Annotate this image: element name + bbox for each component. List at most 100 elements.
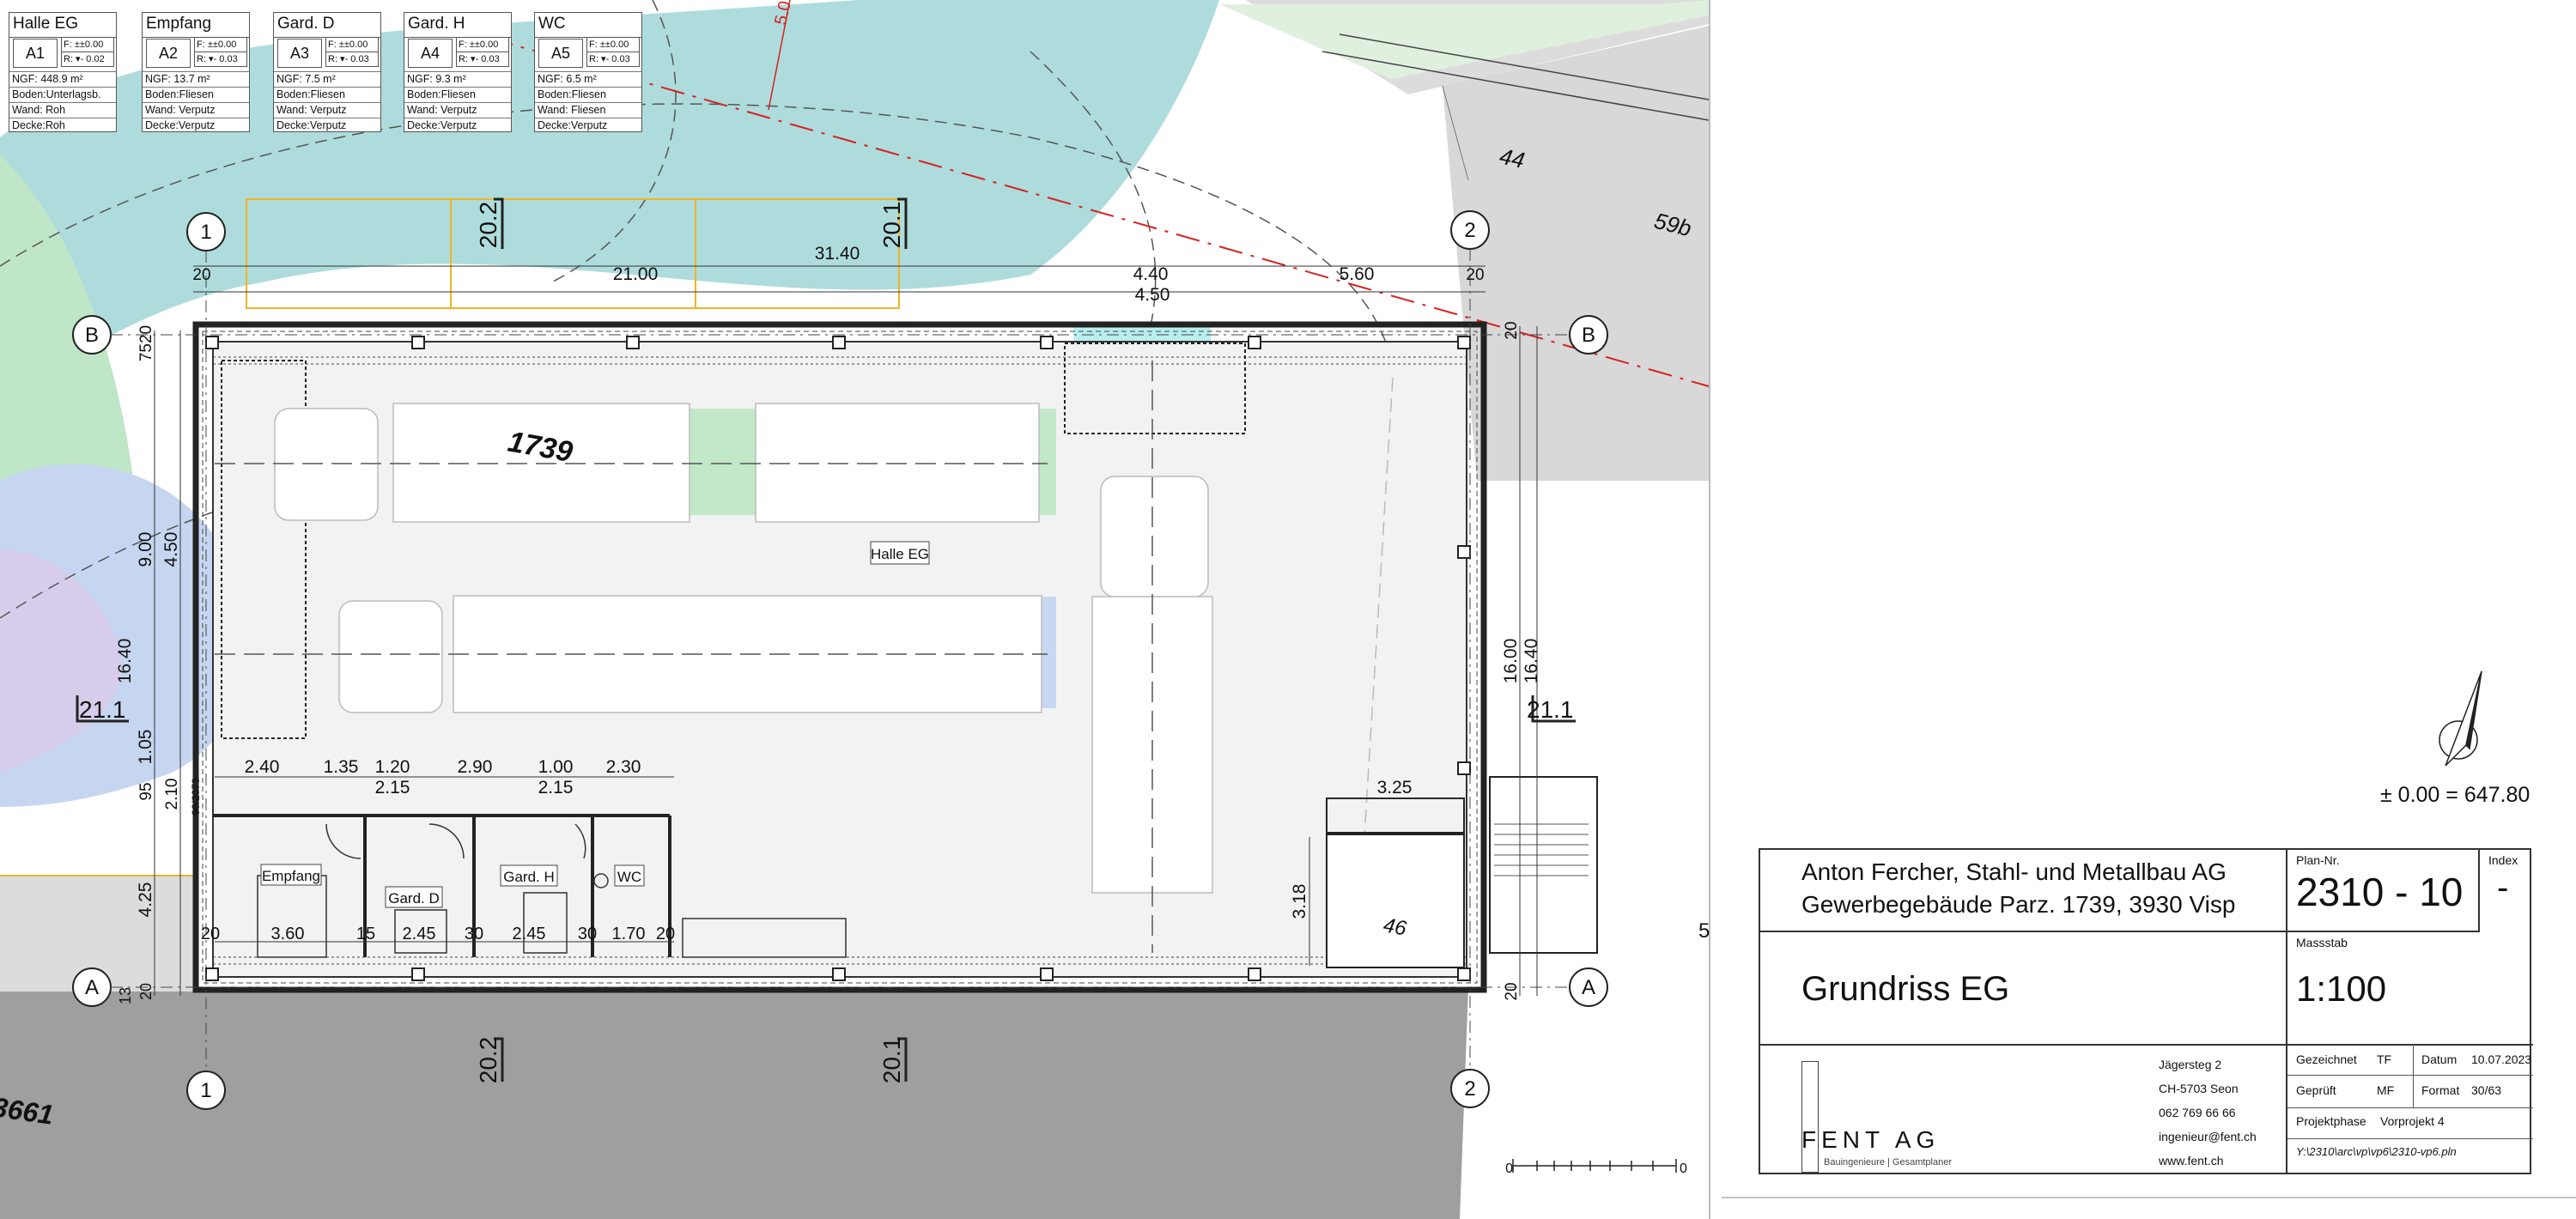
room-stamp-area: NGF: 7.5 m² xyxy=(274,71,380,87)
elevation-reference: ± 0.00 = 647.80 xyxy=(2380,783,2530,807)
axis-label-1-top: 1 xyxy=(200,221,211,244)
north-arrow xyxy=(2439,670,2482,767)
dim-3-18: 3.18 xyxy=(1290,884,1309,919)
dim-bottom-30-b: 30 xyxy=(578,925,597,943)
parcel-number-right: 5 xyxy=(1698,919,1710,943)
dim-bottom-1-70: 1.70 xyxy=(612,925,646,943)
dim-left-1-05: 1.05 xyxy=(136,730,155,765)
dim-left-13: 13 xyxy=(117,987,134,1004)
checked-by: MF xyxy=(2377,1083,2395,1097)
format: 30/63 xyxy=(2471,1083,2502,1097)
room-stamp-levels: F: ±±0.00 R: ▾- 0.02 xyxy=(61,37,114,67)
scale-bar-start: 0 xyxy=(1505,1161,1513,1176)
room-stamp-ceiling: Decke:Roh xyxy=(9,118,116,133)
room-stamp-levels: F: ±±0.00 R: ▾- 0.03 xyxy=(194,37,247,67)
axis-label-a-left: A xyxy=(85,976,99,999)
room-stamp-wall: Wand: Verputz xyxy=(143,102,249,118)
room-stamp-raw-level: R: ▾- 0.03 xyxy=(457,52,508,66)
index-label: Index xyxy=(2488,853,2518,867)
room-stamp-wall: Wand: Verputz xyxy=(404,102,511,118)
dim-inner-1-20: 1.20 xyxy=(375,757,410,777)
dim-right-16-40: 16.40 xyxy=(1522,639,1541,684)
room-label-halle: Halle EG xyxy=(871,546,929,562)
room-stamp-name: Gard. H xyxy=(404,13,511,38)
section-label-20-2-top: 20.2 xyxy=(475,202,501,249)
dim-inner-2-40: 2.40 xyxy=(245,757,280,777)
dim-inner-1-00: 1.00 xyxy=(538,757,574,777)
floor-plan-sheet: 1 2 1 2 B B A A 20.2 20.1 20.2 20.1 21.1… xyxy=(0,0,2576,1219)
scale-bar-end: 0 xyxy=(1680,1161,1687,1176)
dim-bottom-2-45-a: 2.45 xyxy=(403,925,436,943)
file-path: Y:\2310\arc\vp\vp6\2310-vp6.pln xyxy=(2296,1145,2457,1158)
room-stamp-raw-level: R: ▾- 0.03 xyxy=(195,52,246,66)
company-subtitle: Bauingenieure | Gesamtplaner xyxy=(1824,1157,1953,1167)
email-link[interactable]: ingenieur@fent.ch xyxy=(2159,1130,2257,1143)
dim-left-2-10: 2.10 xyxy=(163,779,181,810)
dim-top-4-50: 4.50 xyxy=(1135,285,1170,305)
room-stamp-floor: Boden:Unterlagsb. xyxy=(9,87,116,102)
room-label-gard-h: Gard. H xyxy=(503,869,555,885)
room-stamp-ceiling: Decke:Verputz xyxy=(143,118,249,133)
dim-bottom-20-a: 20 xyxy=(201,925,220,943)
company-logo: FENT AG xyxy=(1801,1126,1941,1153)
room-stamp-floor-level: F: ±±0.00 xyxy=(459,39,499,50)
dim-right-20-top: 20 xyxy=(1503,321,1521,339)
south-road xyxy=(0,987,1477,1219)
dim-3-25: 3.25 xyxy=(1377,778,1413,798)
dim-inner-2-90: 2.90 xyxy=(458,757,493,777)
phase-label: Projektphase xyxy=(2296,1114,2366,1128)
axis-label-b-right: B xyxy=(1582,324,1595,347)
room-stamp-area: NGF: 6.5 m² xyxy=(535,71,641,87)
room-stamp-floor: Boden:Fliesen xyxy=(404,87,511,102)
dim-right-20-bottom: 20 xyxy=(1503,982,1521,1000)
room-stamp-floor: Boden:Fliesen xyxy=(274,87,380,102)
room-stamp-ceiling: Decke:Verputz xyxy=(404,118,511,133)
room-stamp-floor-level: F: ±±0.00 xyxy=(589,39,629,50)
room-label-empfang: Empfang xyxy=(262,868,320,884)
room-stamp-name: Empfang xyxy=(143,13,249,38)
date-label: Datum xyxy=(2421,1052,2458,1066)
dim-bottom-15: 15 xyxy=(356,925,375,943)
plan-title: Grundriss EG xyxy=(1801,970,2010,1008)
room-stamp-floor: Boden:Fliesen xyxy=(143,87,249,102)
address-city: CH-5703 Seon xyxy=(2159,1082,2239,1095)
dim-top-4-40: 4.40 xyxy=(1133,264,1169,284)
drawn-by-label: Gezeichnet xyxy=(2296,1052,2357,1066)
dim-bottom-20-b: 20 xyxy=(656,925,675,943)
plan-nr-label: Plan-Nr. xyxy=(2296,853,2340,867)
dim-left-16-40: 16.40 xyxy=(115,639,135,684)
section-label-20-1-bottom: 20.1 xyxy=(878,1037,905,1084)
room-stamp-name: Halle EG xyxy=(9,13,116,38)
room-stamp-floor: Boden:Fliesen xyxy=(535,87,641,102)
room-stamp-floor-level: F: ±±0.00 xyxy=(197,39,237,50)
room-stamp-wall: Wand: Fliesen xyxy=(535,102,641,118)
room-label-wc: WC xyxy=(617,869,641,885)
index-value: - xyxy=(2497,869,2509,907)
dim-inner-1-35: 1.35 xyxy=(324,757,359,777)
dim-top-20-left: 20 xyxy=(192,266,210,284)
room-stamp: Gard. H A4 F: ±±0.00 R: ▾- 0.03 NGF: 9.3 m² B… xyxy=(404,12,512,132)
room-stamp-ceiling: Decke:Verputz xyxy=(535,118,641,133)
dim-top-20-right: 20 xyxy=(1466,266,1484,284)
room-stamp: WC A5 F: ±±0.00 R: ▾- 0.03 NGF: 6.5 m² Boden:… xyxy=(534,12,642,132)
scale-value: 1:100 xyxy=(2296,968,2387,1009)
axis-label-a-right: A xyxy=(1582,976,1595,999)
format-label: Format xyxy=(2421,1083,2460,1097)
address-street: Jägersteg 2 xyxy=(2159,1058,2222,1071)
room-stamp-code: A2 xyxy=(146,39,191,68)
web-link[interactable]: www.fent.ch xyxy=(2159,1154,2223,1167)
room-stamp-code: A3 xyxy=(277,39,322,68)
drawn-by: TF xyxy=(2377,1052,2392,1066)
client-name: Anton Fercher, Stahl- und Metallbau AG xyxy=(1801,858,2227,885)
east-gray-band xyxy=(1460,987,1709,1219)
room-stamp-wall: Wand: Verputz xyxy=(274,102,380,118)
dim-left-95: 95 xyxy=(137,782,155,800)
room-stamp: Gard. D A3 F: ±±0.00 R: ▾- 0.03 NGF: 7.5 m² B… xyxy=(273,12,381,132)
room-stamp-floor-level: F: ±±0.00 xyxy=(64,39,104,50)
room-stamp-levels: F: ±±0.00 R: ▾- 0.03 xyxy=(456,37,509,67)
date: 10.07.2023 xyxy=(2471,1052,2532,1066)
room-stamp-ceiling: Decke:Verputz xyxy=(274,118,380,133)
dim-left-4-50: 4.50 xyxy=(161,532,181,567)
dim-right-16-00: 16.00 xyxy=(1501,639,1521,684)
room-stamp-name: Gard. D xyxy=(274,13,380,38)
